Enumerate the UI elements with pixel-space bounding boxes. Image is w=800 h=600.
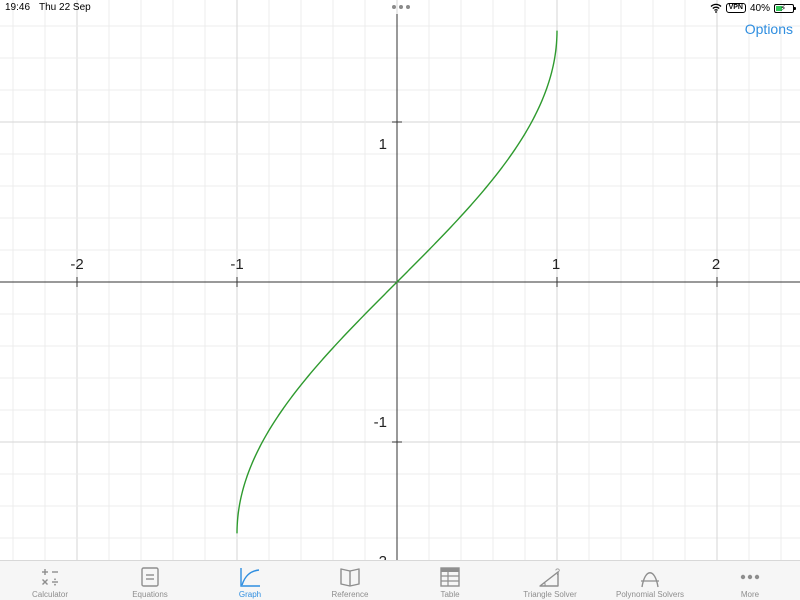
tab-label: Reference	[331, 590, 369, 599]
polynomial-icon	[641, 572, 659, 588]
x-tick-label--1: -1	[230, 256, 243, 273]
options-button[interactable]: Options	[745, 21, 793, 37]
status-bar: 19:46 Thu 22 Sep VPN 40% ⚡	[0, 0, 800, 16]
axes	[0, 14, 800, 560]
table-icon	[440, 567, 460, 587]
tab-table[interactable]: Table	[400, 561, 500, 600]
x-tick-label-1: 1	[552, 256, 560, 273]
graph-icon	[240, 568, 260, 587]
tab-more[interactable]: More	[700, 561, 800, 600]
status-date: Thu 22 Sep	[39, 2, 91, 13]
y-tick-label--2: -2	[374, 553, 387, 560]
vpn-badge: VPN	[725, 3, 746, 13]
more-icon	[740, 574, 760, 580]
y-tick-label-1: 1	[379, 136, 387, 153]
multitasking-menu-icon[interactable]	[392, 4, 410, 10]
tab-calculator[interactable]: Calculator	[0, 561, 100, 600]
tab-graph[interactable]: Graph	[200, 561, 300, 600]
tab-equations[interactable]: Equations	[100, 561, 200, 600]
calculator-icon	[42, 569, 58, 586]
charging-icon: ⚡	[780, 2, 787, 13]
tab-label: Table	[440, 590, 460, 599]
equations-icon	[141, 567, 159, 587]
wifi-icon	[710, 3, 722, 13]
tab-label: Graph	[238, 590, 262, 599]
tab-label: More	[740, 590, 760, 599]
graph-plot[interactable]: -2 -1 1 2 1 -1 -2	[0, 0, 800, 560]
tab-triangle-solver[interactable]: ? Triangle Solver	[500, 561, 600, 600]
x-tick-label-2: 2	[712, 256, 720, 273]
battery-icon: ⚡	[774, 2, 796, 13]
tab-polynomial-solvers[interactable]: Polynomial Solvers	[600, 561, 700, 600]
tab-reference[interactable]: Reference	[300, 561, 400, 600]
tab-label: Calculator	[31, 590, 68, 599]
tab-label: Equations	[132, 590, 168, 599]
book-icon	[340, 568, 360, 587]
tab-label: Triangle Solver	[523, 590, 577, 599]
status-indicators: VPN 40% ⚡	[710, 1, 796, 15]
battery-percent: 40%	[749, 2, 770, 14]
tab-bar: Calculator Equations Graph Reference Tab…	[0, 560, 800, 600]
grid-lines	[0, 0, 800, 560]
tab-label: Polynomial Solvers	[615, 590, 685, 599]
status-time: 19:46	[5, 2, 31, 13]
y-tick-label--1: -1	[374, 414, 387, 431]
svg-text:?: ?	[555, 567, 560, 577]
triangle-icon: ?	[539, 567, 560, 587]
graph-canvas[interactable]: -2 -1 1 2 1 -1 -2	[0, 0, 800, 560]
x-tick-label--2: -2	[70, 256, 83, 273]
